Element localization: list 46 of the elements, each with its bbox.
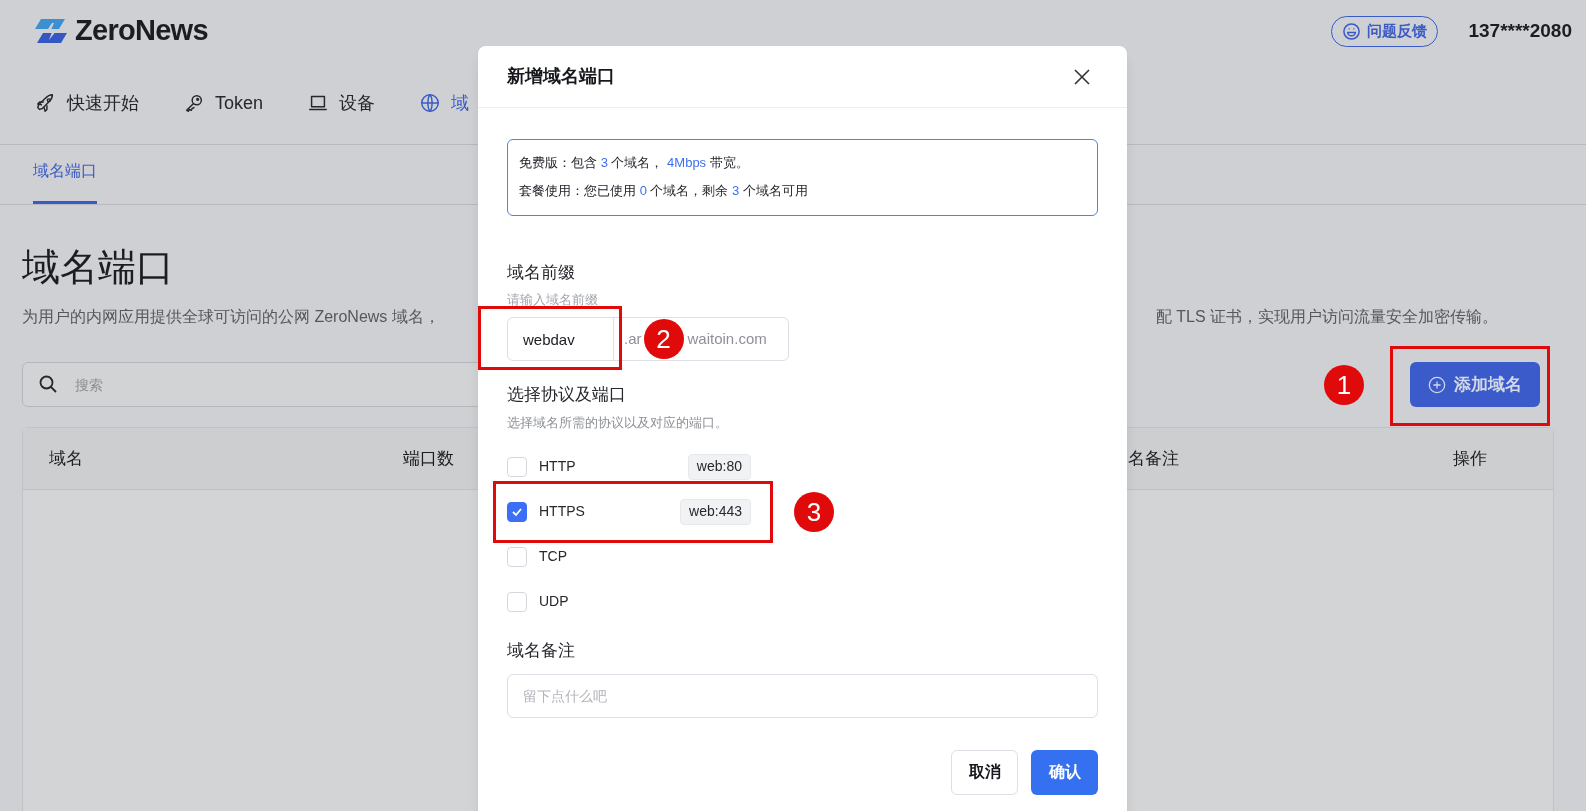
nav-tab[interactable]: 域 [419, 89, 470, 117]
protocol-label: UDP [539, 592, 569, 611]
field-label: 选择协议及端口 [507, 384, 627, 406]
note-field[interactable]: 留下点什么吧 [507, 673, 1098, 718]
confirm-button[interactable]: 确认 [1031, 749, 1098, 795]
column-header: 名备注 [1128, 447, 1179, 470]
globe-icon [419, 92, 442, 114]
field-hint: 选择域名所需的协议以及对应的端口。 [507, 413, 729, 432]
column-header: 端口数 [403, 447, 454, 470]
add-domain-button[interactable]: 添加域名 [1410, 362, 1540, 407]
cancel-button[interactable]: 取消 [951, 749, 1018, 795]
protocol-label: TCP [539, 547, 567, 566]
user-account[interactable]: 137****2080 [1468, 16, 1572, 46]
protocol-label: HTTPS [539, 502, 585, 521]
key-icon [183, 92, 205, 114]
plus-circle-icon [1428, 375, 1446, 394]
smiley-icon [1342, 21, 1362, 41]
step-marker: 1 [1324, 364, 1364, 405]
close-icon[interactable] [1073, 67, 1091, 86]
port-tag: web:443 [680, 498, 751, 525]
plan-info-line: 免费版：包含 3 个域名， 4Mbps 带宽。 [519, 154, 750, 172]
nav-tab[interactable]: 快速开始 [35, 89, 139, 117]
column-header: 域名 [49, 447, 83, 470]
field-hint: 请输入域名前缀 [507, 290, 599, 309]
search-icon [38, 374, 58, 394]
logo-text: ZeroNews [75, 13, 208, 49]
step-marker: 3 [794, 491, 834, 532]
sub-tab[interactable]: 域名端口 [33, 159, 97, 204]
checkbox[interactable] [507, 501, 527, 522]
logo-icon [33, 17, 69, 45]
page-title: 域名端口 [22, 245, 174, 290]
column-header: 操作 [1453, 447, 1488, 470]
field-label: 域名前缀 [507, 262, 576, 284]
domain-prefix-field[interactable]: webdav .ar 2 waitoin.com [507, 317, 789, 361]
port-tag: web:80 [687, 453, 751, 480]
step-marker: 2 [643, 319, 684, 359]
plan-info-line: 套餐使用：您已使用 0 个域名，剩余 3 个域名可用 [519, 181, 809, 200]
nav-tab[interactable]: 设备 [307, 89, 376, 117]
domain-suffix: waitoin.com [687, 328, 767, 349]
page-description: 配 TLS 证书，实现用户访问流量安全加密传输。 [1155, 307, 1498, 327]
field-label: 域名备注 [507, 640, 576, 662]
nav-tab[interactable]: Token [183, 89, 264, 117]
dialog-title: 新增域名端口 [507, 65, 615, 88]
page-description: 为用户的内网应用提供全球可访问的公网 ZeroNews 域名， [22, 307, 440, 327]
protocol-label: HTTP [539, 457, 576, 476]
domain-suffix: .ar [623, 328, 642, 349]
